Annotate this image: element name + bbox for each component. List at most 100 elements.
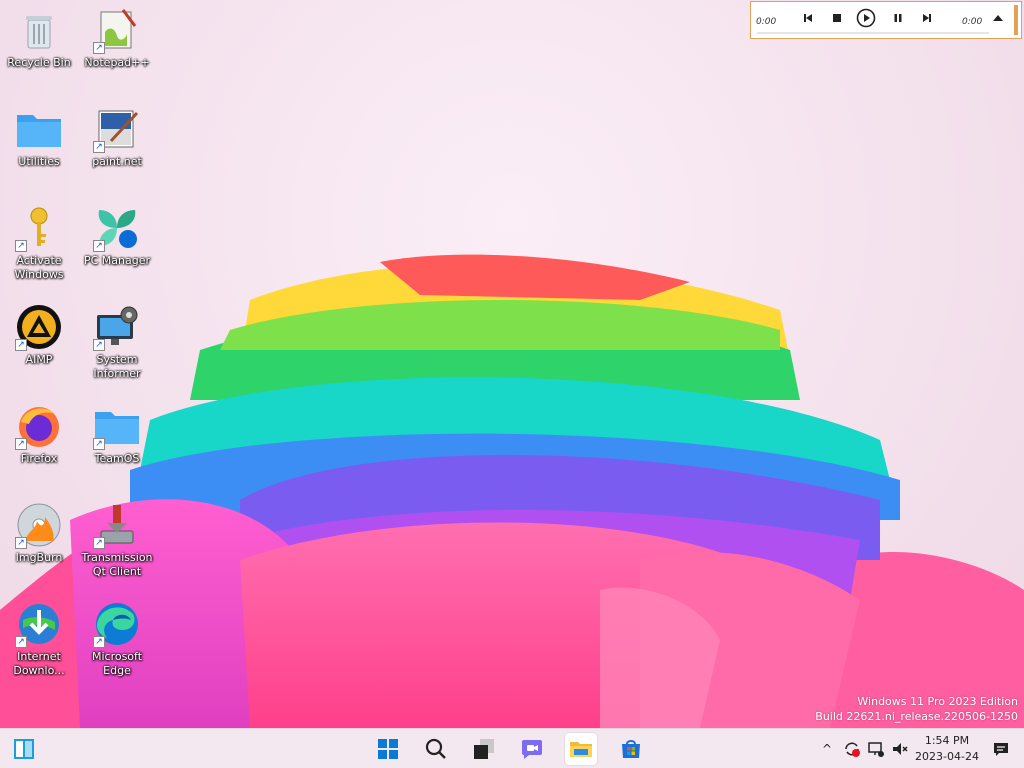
shortcut-arrow-icon: ↗ (15, 240, 27, 252)
shortcut-arrow-icon: ↗ (93, 339, 105, 351)
previous-icon (804, 14, 812, 22)
clock-date: 2023-04-24 (915, 750, 979, 763)
task-view-button[interactable] (468, 733, 500, 765)
transmission-icon: ↗ (93, 501, 141, 549)
chat-icon (522, 740, 542, 759)
desktop-icon-label: TeamOS (94, 452, 140, 465)
desktop: Recycle Bin ↗ Notepad++ Utilities ↗ pain… (0, 0, 1024, 728)
desktop-icon-label: AIMP (25, 353, 53, 366)
watermark-edition: Windows 11 Pro 2023 Edition (857, 695, 1018, 708)
shortcut-arrow-icon: ↗ (15, 537, 27, 549)
volume-tray-button[interactable] (890, 737, 910, 761)
desktop-icon-label: Firefox (20, 452, 58, 465)
file-explorer-button[interactable] (565, 733, 597, 765)
sync-tray-button[interactable] (842, 737, 862, 761)
desktop-icon-label: System Informer (93, 353, 141, 380)
desktop-icon-paint-net[interactable]: ↗ paint.net (79, 99, 155, 169)
shortcut-arrow-icon: ↗ (93, 42, 105, 54)
store-icon (622, 740, 640, 758)
desktop-icon-aimp[interactable]: ↗ AIMP (1, 297, 77, 367)
shortcut-arrow-icon: ↗ (93, 438, 105, 450)
taskbar: ^ 1:54 PM 2023-04-24 (0, 728, 1024, 768)
desktop-icon-label: Internet Downlo... (13, 650, 65, 677)
pause-button[interactable] (891, 8, 905, 28)
volume-bar[interactable] (1014, 5, 1018, 35)
shortcut-arrow-icon: ↗ (15, 636, 27, 648)
desktop-icon-label: PC Manager (83, 254, 151, 267)
collapse-player-button[interactable] (991, 8, 1005, 28)
next-icon (923, 14, 931, 22)
desktop-icon-notepad-plus-plus[interactable]: ↗ Notepad++ (79, 0, 155, 70)
task-view-icon (474, 739, 494, 759)
volume-muted-icon (893, 743, 908, 755)
desktop-icon-internet-download-manager[interactable]: ↗ Internet Downlo... (1, 594, 77, 678)
notifications-button[interactable] (990, 737, 1012, 761)
desktop-icon-label: Activate Windows (14, 254, 64, 281)
widgets-button[interactable] (8, 733, 40, 765)
sync-icon (845, 742, 860, 757)
desktop-icon-imgburn[interactable]: ↗ ImgBurn (1, 495, 77, 565)
clock[interactable]: 1:54 PM 2023-04-24 (910, 733, 984, 765)
desktop-icon-pc-manager[interactable]: ↗ PC Manager (79, 198, 155, 268)
folder-icon: ↗ (93, 402, 141, 450)
desktop-icon-label: Utilities (18, 155, 60, 168)
shortcut-arrow-icon: ↗ (15, 438, 27, 450)
desktop-icon-label: Transmission Qt Client (81, 551, 153, 578)
next-button[interactable] (920, 8, 934, 28)
seek-bar[interactable] (757, 32, 989, 34)
widgets-icon (14, 739, 34, 759)
desktop-icon-label: Notepad++ (84, 56, 150, 69)
firefox-icon: ↗ (15, 402, 63, 450)
windows-watermark: Windows 11 Pro 2023 Edition Build 22621.… (815, 694, 1018, 724)
desktop-icon-label: Microsoft Edge (91, 650, 143, 677)
desktop-icon-system-informer[interactable]: ↗ System Informer (79, 297, 155, 381)
desktop-icon-utilities[interactable]: Utilities (1, 99, 77, 169)
media-player-widget[interactable]: 0:00 0:00 (750, 1, 1022, 39)
show-hidden-icons-button[interactable]: ^ (818, 737, 836, 761)
stop-icon (833, 14, 841, 22)
desktop-icon-teamos[interactable]: ↗ TeamOS (79, 396, 155, 466)
shortcut-arrow-icon: ↗ (15, 339, 27, 351)
desktop-icon-activate-windows[interactable]: ↗ Activate Windows (1, 198, 77, 282)
previous-button[interactable] (801, 8, 815, 28)
network-icon (868, 742, 884, 757)
shortcut-arrow-icon: ↗ (93, 141, 105, 153)
desktop-icon-label: paint.net (92, 155, 142, 168)
desktop-icon-label: Recycle Bin (7, 56, 71, 69)
shortcut-arrow-icon: ↗ (93, 636, 105, 648)
desktop-icon-label: ImgBurn (15, 551, 63, 564)
network-tray-button[interactable] (866, 737, 886, 761)
desktop-icon-firefox[interactable]: ↗ Firefox (1, 396, 77, 466)
pc-manager-icon: ↗ (93, 204, 141, 252)
recycle-bin-icon (15, 6, 63, 54)
start-icon (378, 739, 398, 759)
system-informer-icon: ↗ (93, 303, 141, 351)
imgburn-icon: ↗ (15, 501, 63, 549)
shortcut-arrow-icon: ↗ (93, 240, 105, 252)
desktop-icon-microsoft-edge[interactable]: ↗ Microsoft Edge (79, 594, 155, 678)
search-button[interactable] (420, 733, 452, 765)
notification-icon (994, 743, 1008, 756)
store-button[interactable] (615, 733, 647, 765)
desktop-icon-recycle-bin[interactable]: Recycle Bin (1, 0, 77, 70)
internet-download-manager-icon: ↗ (15, 600, 63, 648)
file-explorer-icon (570, 742, 592, 757)
clock-time: 1:54 PM (924, 734, 970, 747)
folder-icon (15, 105, 63, 153)
stop-button[interactable] (830, 8, 844, 28)
search-icon (425, 738, 446, 759)
chat-button[interactable] (516, 733, 548, 765)
aimp-icon: ↗ (15, 303, 63, 351)
play-icon (856, 8, 876, 28)
watermark-build: Build 22621.ni_release.220506-1250 (815, 710, 1018, 723)
pause-icon (894, 14, 902, 22)
shortcut-arrow-icon: ↗ (93, 537, 105, 549)
desktop-icon-transmission[interactable]: ↗ Transmission Qt Client (79, 495, 155, 579)
elapsed-time: 0:00 (756, 17, 777, 27)
caret-up-icon (993, 15, 1003, 21)
edge-icon: ↗ (93, 600, 141, 648)
play-button[interactable] (855, 8, 877, 28)
start-button[interactable] (372, 733, 404, 765)
total-time: 0:00 (962, 17, 983, 27)
paint-net-icon: ↗ (93, 105, 141, 153)
